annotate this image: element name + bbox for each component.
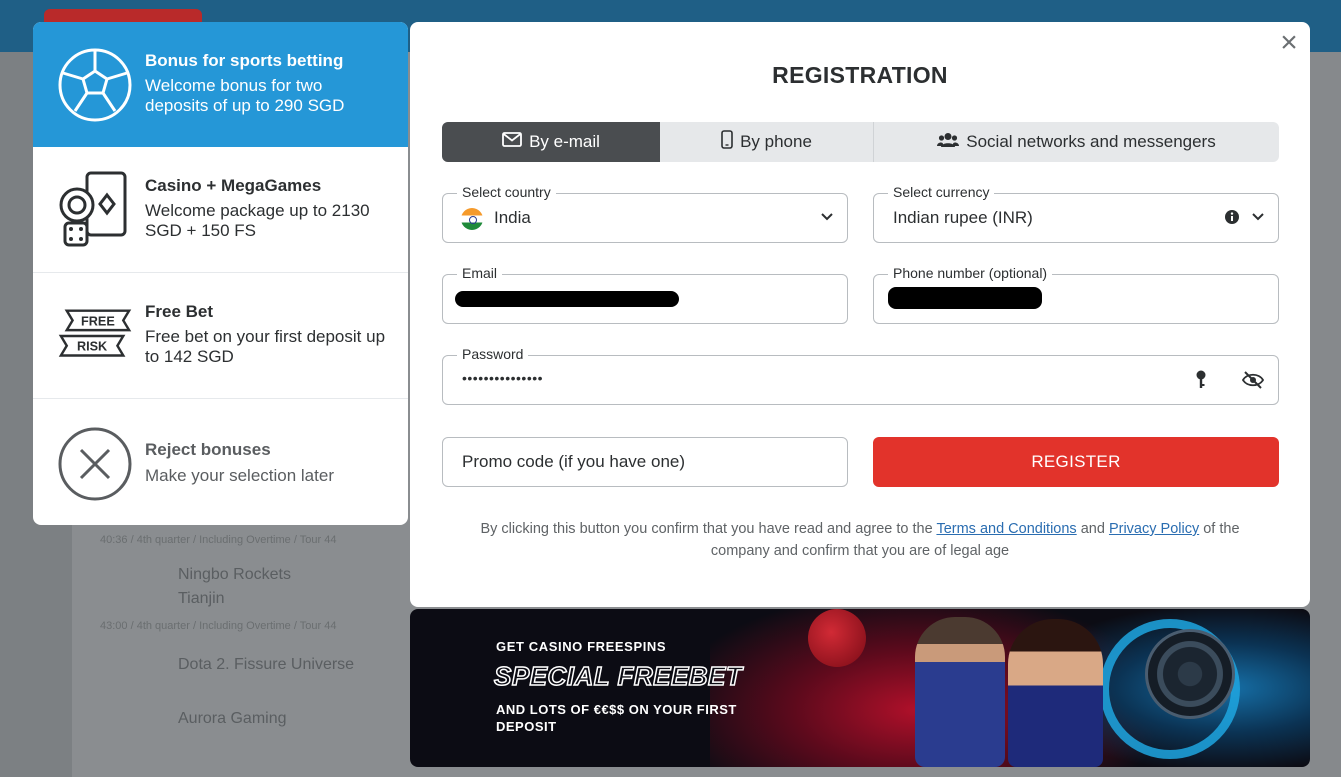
tab-by-phone[interactable]: By phone xyxy=(660,122,874,162)
roulette-wheel-graphic xyxy=(1145,629,1235,719)
currency-label: Select currency xyxy=(888,184,995,200)
registration-modal: × REGISTRATION By e-mail By phone Social… xyxy=(410,22,1310,607)
india-flag-icon xyxy=(461,208,483,230)
bonus-title: Reject bonuses xyxy=(145,440,271,459)
bonus-item-free-bet[interactable]: FREE RISK Free Bet Free bet on your firs… xyxy=(33,273,408,399)
phone-label: Phone number (optional) xyxy=(888,265,1053,281)
tab-label: By phone xyxy=(740,132,812,151)
bonus-description: Free bet on your first deposit up to 142… xyxy=(145,327,386,366)
legal-and: and xyxy=(1080,521,1105,537)
tab-social-networks[interactable]: Social networks and messengers xyxy=(874,122,1279,162)
info-icon[interactable] xyxy=(1224,209,1240,225)
bonus-panel: Bonus for sports betting Welcome bonus f… xyxy=(33,22,408,525)
currency-value: Indian rupee (INR) xyxy=(893,208,1033,227)
email-label: Email xyxy=(457,265,503,281)
reject-icon xyxy=(57,425,133,503)
tab-label: By e-mail xyxy=(529,132,600,151)
background-row: Aurora Gaming xyxy=(82,694,412,746)
free-risk-icon: FREE RISK xyxy=(57,297,133,375)
redacted-email xyxy=(455,291,679,307)
currency-select[interactable]: Select currency Indian rupee (INR) xyxy=(873,184,1279,243)
password-value: ••••••••••••••• xyxy=(462,370,544,386)
background-team: Dota 2. Fissure Universe xyxy=(178,656,355,673)
tab-label: Social networks and messengers xyxy=(966,132,1216,151)
background-match-list: 40:36 / 4th quarter / Including Overtime… xyxy=(82,520,412,777)
legal-prefix: By clicking this button you confirm that… xyxy=(480,521,933,537)
promo-code-input[interactable]: Promo code (if you have one) xyxy=(442,437,848,487)
register-button[interactable]: REGISTER xyxy=(873,437,1279,487)
terms-link[interactable]: Terms and Conditions xyxy=(936,521,1076,537)
chevron-down-icon xyxy=(1250,208,1266,224)
password-label: Password xyxy=(457,346,529,362)
background-team: Ningbo Rockets xyxy=(178,566,291,583)
tab-by-email[interactable]: By e-mail xyxy=(442,122,660,162)
bonus-title: Free Bet xyxy=(145,302,214,321)
modal-title: REGISTRATION xyxy=(772,62,948,88)
privacy-link[interactable]: Privacy Policy xyxy=(1109,521,1199,537)
promo-placeholder: Promo code (if you have one) xyxy=(462,452,686,471)
envelope-icon xyxy=(502,132,522,152)
phone-icon xyxy=(721,130,733,154)
eye-slash-icon[interactable] xyxy=(1241,370,1265,390)
email-field[interactable]: Email xyxy=(442,265,848,324)
soccer-ball-icon xyxy=(57,46,133,124)
bonus-description: Welcome package up to 2130 SGD + 150 FS xyxy=(145,201,370,240)
close-button[interactable]: × xyxy=(1276,28,1302,58)
country-select[interactable]: Select country India xyxy=(442,184,848,243)
bonus-item-casino[interactable]: Casino + MegaGames Welcome package up to… xyxy=(33,147,408,273)
background-team: Tianjin xyxy=(178,590,225,607)
bonus-description: Welcome bonus for two deposits of up to … xyxy=(145,76,345,115)
banner-line3: AND LOTS OF €€$$ ON YOUR FIRST DEPOSIT xyxy=(496,702,737,734)
risk-label: RISK xyxy=(77,340,108,354)
casino-cards-icon xyxy=(57,171,133,249)
background-row: Ningbo Rockets Tianjin 43:00 / 4th quart… xyxy=(82,560,412,638)
bonus-title: Casino + MegaGames xyxy=(145,176,322,195)
key-icon[interactable] xyxy=(1193,369,1209,391)
banner-headline: SPECIAL FREEBET xyxy=(493,660,743,692)
bonus-item-reject[interactable]: Reject bonuses Make your selection later xyxy=(33,399,408,525)
background-right-column xyxy=(1310,52,1341,777)
country-label: Select country xyxy=(457,184,556,200)
users-icon xyxy=(937,132,960,153)
background-row-sub: 40:36 / 4th quarter / Including Overtime… xyxy=(100,534,337,546)
banner-woman-graphic xyxy=(1008,619,1103,767)
bonus-title: Bonus for sports betting xyxy=(145,51,344,70)
background-row-sub: 43:00 / 4th quarter / Including Overtime… xyxy=(100,620,337,632)
background-row: Dota 2. Fissure Universe xyxy=(82,638,412,694)
bonus-description: Make your selection later xyxy=(145,466,334,485)
background-team: Aurora Gaming xyxy=(178,710,287,727)
banner-line1: GET CASINO FREESPINS xyxy=(496,639,667,654)
banner-ball-graphic xyxy=(808,609,866,667)
phone-field[interactable]: Phone number (optional) xyxy=(873,265,1279,324)
bonus-item-sports[interactable]: Bonus for sports betting Welcome bonus f… xyxy=(33,22,408,147)
registration-tabs: By e-mail By phone Social networks and m… xyxy=(442,122,1279,162)
promo-banner[interactable]: GET CASINO FREESPINS SPECIAL FREEBET AND… xyxy=(410,609,1310,767)
background-row: 40:36 / 4th quarter / Including Overtime… xyxy=(82,520,412,560)
free-label: FREE xyxy=(81,314,115,328)
password-field[interactable]: Password ••••••••••••••• xyxy=(442,346,1279,405)
banner-player-graphic xyxy=(915,617,1005,767)
country-value: India xyxy=(494,208,531,227)
chevron-down-icon xyxy=(819,208,835,224)
redacted-phone xyxy=(888,287,1042,309)
legal-notice: By clicking this button you confirm that… xyxy=(450,518,1270,562)
